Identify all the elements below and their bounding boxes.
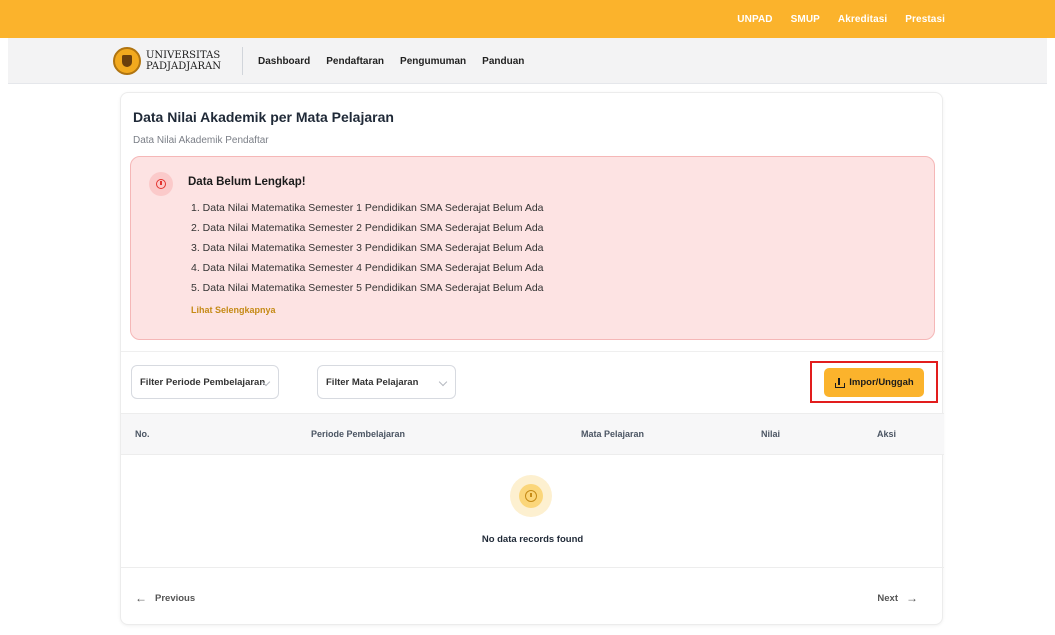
period-filter-label: Filter Periode Pembelajaran	[140, 376, 266, 388]
import-upload-label: Impor/Unggah	[849, 377, 914, 388]
table-header: No. Periode Pembelajaran Mata Pelajaran …	[121, 413, 944, 455]
empty-state-text: No data records found	[481, 534, 584, 545]
next-page-button[interactable]: Next →	[877, 591, 918, 605]
chevron-down-icon	[438, 377, 448, 387]
university-logo[interactable]: UNIVERSITAS PADJADJARAN	[113, 47, 221, 75]
university-emblem-icon	[113, 47, 141, 75]
alert-list-item: 3. Data Nilai Matematika Semester 3 Pend…	[191, 242, 544, 254]
alert-list-item: 5. Data Nilai Matematika Semester 5 Pend…	[191, 282, 544, 294]
incomplete-data-alert: Data Belum Lengkap! 1. Data Nilai Matema…	[130, 156, 935, 340]
upload-icon	[834, 377, 846, 388]
nav-pengumuman[interactable]: Pengumuman	[400, 56, 466, 67]
alert-list-item: 4. Data Nilai Matematika Semester 4 Pend…	[191, 262, 544, 274]
arrow-left-icon: ←	[135, 591, 147, 605]
alert-list: 1. Data Nilai Matematika Semester 1 Pend…	[191, 198, 544, 298]
alert-list-item: 2. Data Nilai Matematika Semester 2 Pend…	[191, 222, 544, 234]
logo-line-1: UNIVERSITAS	[146, 50, 221, 61]
empty-state: No data records found	[121, 455, 944, 568]
main-navbar: UNIVERSITAS PADJADJARAN Dashboard Pendaf…	[8, 38, 1047, 84]
period-filter-select[interactable]: Filter Periode Pembelajaran	[131, 365, 279, 399]
nav-dashboard[interactable]: Dashboard	[258, 56, 310, 67]
pagination: ← Previous Next →	[121, 569, 944, 626]
logo-text: UNIVERSITAS PADJADJARAN	[146, 50, 221, 72]
column-header-period: Periode Pembelajaran	[311, 429, 406, 439]
nav-divider	[242, 47, 243, 75]
arrow-right-icon: →	[906, 591, 918, 605]
alert-list-item: 1. Data Nilai Matematika Semester 1 Pend…	[191, 202, 544, 214]
subject-filter-select[interactable]: Filter Mata Pelajaran	[317, 365, 456, 399]
top-links: UNPAD SMUP Akreditasi Prestasi	[737, 0, 945, 38]
column-header-subject: Mata Pelajaran	[581, 429, 645, 439]
nav-pendaftaran[interactable]: Pendaftaran	[326, 56, 384, 67]
top-link-prestasi[interactable]: Prestasi	[905, 14, 945, 25]
top-bar: UNPAD SMUP Akreditasi Prestasi	[0, 0, 1055, 38]
top-link-smup[interactable]: SMUP	[791, 14, 820, 25]
column-header-action: Aksi	[877, 429, 897, 439]
subject-filter-label: Filter Mata Pelajaran	[326, 376, 419, 388]
top-link-akreditasi[interactable]: Akreditasi	[838, 14, 887, 25]
filter-toolbar: Filter Periode Pembelajaran Filter Mata …	[121, 351, 944, 413]
page-subtitle: Data Nilai Akademik Pendaftar	[133, 135, 269, 146]
content-card: Data Nilai Akademik per Mata Pelajaran D…	[120, 92, 944, 626]
column-header-no: No.	[135, 429, 150, 439]
next-label: Next	[877, 592, 898, 604]
empty-state-icon	[510, 475, 552, 517]
top-link-unpad[interactable]: UNPAD	[737, 14, 772, 25]
column-header-score: Nilai	[761, 429, 781, 439]
nav-panduan[interactable]: Panduan	[482, 56, 524, 67]
page-title: Data Nilai Akademik per Mata Pelajaran	[133, 109, 394, 125]
previous-label: Previous	[155, 592, 196, 604]
alert-title: Data Belum Lengkap!	[188, 176, 306, 188]
upload-button-highlight: Impor/Unggah	[810, 361, 938, 403]
alert-circle-icon	[149, 172, 173, 196]
logo-line-2: PADJADJARAN	[146, 61, 222, 72]
see-more-link[interactable]: Lihat Selengkapnya	[191, 305, 276, 315]
import-upload-button[interactable]: Impor/Unggah	[824, 368, 924, 397]
previous-page-button[interactable]: ← Previous	[135, 591, 195, 605]
nav-menu: Dashboard Pendaftaran Pengumuman Panduan	[258, 38, 524, 84]
